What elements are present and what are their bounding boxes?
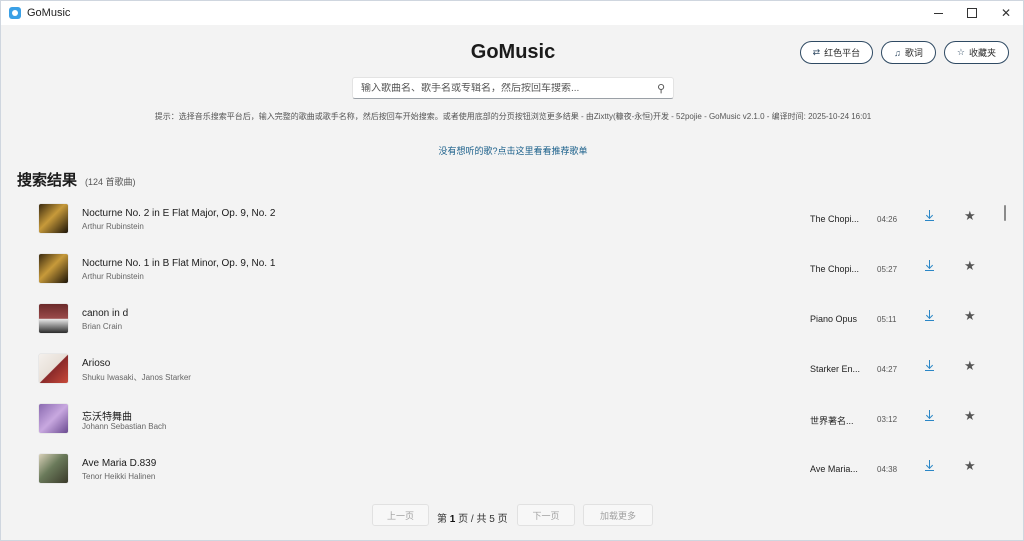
app-window: GoMusic ✕ GoMusic ⇄ 红色平台 ♫ 歌词 ☆ 收藏夹 ⚲ 提示… <box>0 0 1024 541</box>
song-album: Piano Opus <box>810 314 858 324</box>
song-album: Starker En... <box>810 364 861 374</box>
scrollbar-thumb[interactable] <box>1004 205 1006 221</box>
pagination: 上一页 第 1 页 / 共 5 页 下一页 加载更多 <box>1 504 1024 526</box>
title-bar: GoMusic ✕ <box>1 1 1023 25</box>
album-cover <box>39 304 68 333</box>
song-album: The Chopi... <box>810 214 860 224</box>
song-album: Ave Maria... <box>810 464 858 474</box>
song-album: The Chopi... <box>810 264 860 274</box>
album-cover <box>39 354 68 383</box>
song-artist: Arthur Rubinstein <box>82 222 144 231</box>
download-icon[interactable] <box>923 260 935 276</box>
song-title: canon in d <box>82 308 129 319</box>
song-row[interactable]: Nocturne No. 2 in E Flat Major, Op. 9, N… <box>1 194 1001 244</box>
song-artist: Arthur Rubinstein <box>82 272 144 281</box>
song-artist: Brian Crain <box>82 322 123 331</box>
song-title: 忘沃特舞曲 <box>82 412 132 423</box>
minimize-button[interactable] <box>921 1 955 25</box>
lyrics-button[interactable]: ♫ 歌词 <box>881 41 936 64</box>
results-count: (124 首歌曲) <box>85 177 136 187</box>
song-artist: Tenor Heikki Halinen <box>82 472 156 481</box>
download-icon[interactable] <box>923 210 935 226</box>
favorite-star-icon[interactable]: ★ <box>964 359 976 374</box>
download-icon[interactable] <box>923 360 935 376</box>
download-icon[interactable] <box>923 310 935 326</box>
song-row[interactable]: Ave Maria D.839 Tenor Heikki Halinen Ave… <box>1 444 1001 494</box>
album-cover <box>39 454 68 483</box>
current-page: 1 <box>449 514 456 525</box>
search-icon[interactable]: ⚲ <box>657 82 665 95</box>
song-duration: 05:11 <box>877 315 897 324</box>
favorites-button[interactable]: ☆ 收藏夹 <box>943 41 1009 64</box>
recommend-playlist-link[interactable]: 没有想听的歌?点击这里看看推荐歌单 <box>1 144 1024 157</box>
song-duration: 04:26 <box>877 215 898 224</box>
song-row[interactable]: Nocturne No. 1 in B Flat Minor, Op. 9, N… <box>1 244 1001 294</box>
star-outline-icon: ☆ <box>956 47 965 57</box>
song-album: 世界著名... <box>810 416 854 426</box>
next-page-button[interactable]: 下一页 <box>517 504 575 526</box>
song-title: Nocturne No. 1 in B Flat Minor, Op. 9, N… <box>82 258 276 269</box>
page-status-suffix: 页 <box>497 514 508 525</box>
hint-text: 提示：选择音乐搜索平台后，输入完整的歌曲或歌手名称，然后按回车开始搜索。或者使用… <box>154 112 872 121</box>
results-title: 搜索结果 <box>17 172 78 189</box>
download-icon[interactable] <box>923 410 935 426</box>
header-actions: ⇄ 红色平台 ♫ 歌词 ☆ 收藏夹 <box>799 41 1009 64</box>
maximize-button[interactable] <box>955 1 989 25</box>
page-status-prefix: 第 <box>437 514 447 525</box>
favorite-star-icon[interactable]: ★ <box>964 259 976 274</box>
song-duration: 04:27 <box>877 365 898 374</box>
load-more-button[interactable]: 加载更多 <box>583 504 653 526</box>
total-pages: 5 <box>489 514 495 525</box>
song-title: Arioso <box>82 358 111 369</box>
platform-button[interactable]: ⇄ 红色平台 <box>799 41 874 64</box>
window-controls: ✕ <box>921 1 1023 25</box>
song-artist: Johann Sebastian Bach <box>82 422 167 431</box>
song-row[interactable]: 忘沃特舞曲 Johann Sebastian Bach 世界著名... 03:1… <box>1 394 1001 444</box>
close-button[interactable]: ✕ <box>989 1 1023 25</box>
swap-icon: ⇄ <box>812 47 821 57</box>
search-box: ⚲ <box>352 77 674 99</box>
song-duration: 04:38 <box>877 465 898 474</box>
album-cover <box>39 254 68 283</box>
results-heading: 搜索结果 (124 首歌曲) <box>17 169 136 190</box>
favorite-star-icon[interactable]: ★ <box>964 209 976 224</box>
song-title: Ave Maria D.839 <box>82 458 157 469</box>
album-cover <box>39 204 68 233</box>
page-status: 第 1 页 / 共 5 页 <box>437 510 508 525</box>
song-list: Nocturne No. 2 in E Flat Major, Op. 9, N… <box>1 194 1001 494</box>
song-artist: Shuku Iwasaki、Janos Starker <box>82 373 191 382</box>
song-row[interactable]: Arioso Shuku Iwasaki、Janos Starker Stark… <box>1 344 1001 394</box>
prev-page-button[interactable]: 上一页 <box>372 504 429 526</box>
favorites-button-label: 收藏夹 <box>968 48 996 58</box>
song-duration: 05:27 <box>877 265 898 274</box>
platform-button-label: 红色平台 <box>824 48 861 58</box>
album-cover <box>39 404 68 433</box>
favorite-star-icon[interactable]: ★ <box>964 409 976 424</box>
page-status-mid: 页 / 共 <box>458 514 487 525</box>
favorite-star-icon[interactable]: ★ <box>964 459 976 474</box>
favorite-star-icon[interactable]: ★ <box>964 309 976 324</box>
download-icon[interactable] <box>923 460 935 476</box>
lyrics-icon: ♫ <box>894 47 901 58</box>
app-logo-icon <box>9 7 21 19</box>
song-row[interactable]: canon in d Brian Crain Piano Opus 05:11 … <box>1 294 1001 344</box>
search-input[interactable] <box>361 82 641 94</box>
song-title: Nocturne No. 2 in E Flat Major, Op. 9, N… <box>82 208 276 219</box>
window-title: GoMusic <box>27 7 71 19</box>
song-duration: 03:12 <box>877 415 898 424</box>
lyrics-button-label: 歌词 <box>904 48 923 58</box>
